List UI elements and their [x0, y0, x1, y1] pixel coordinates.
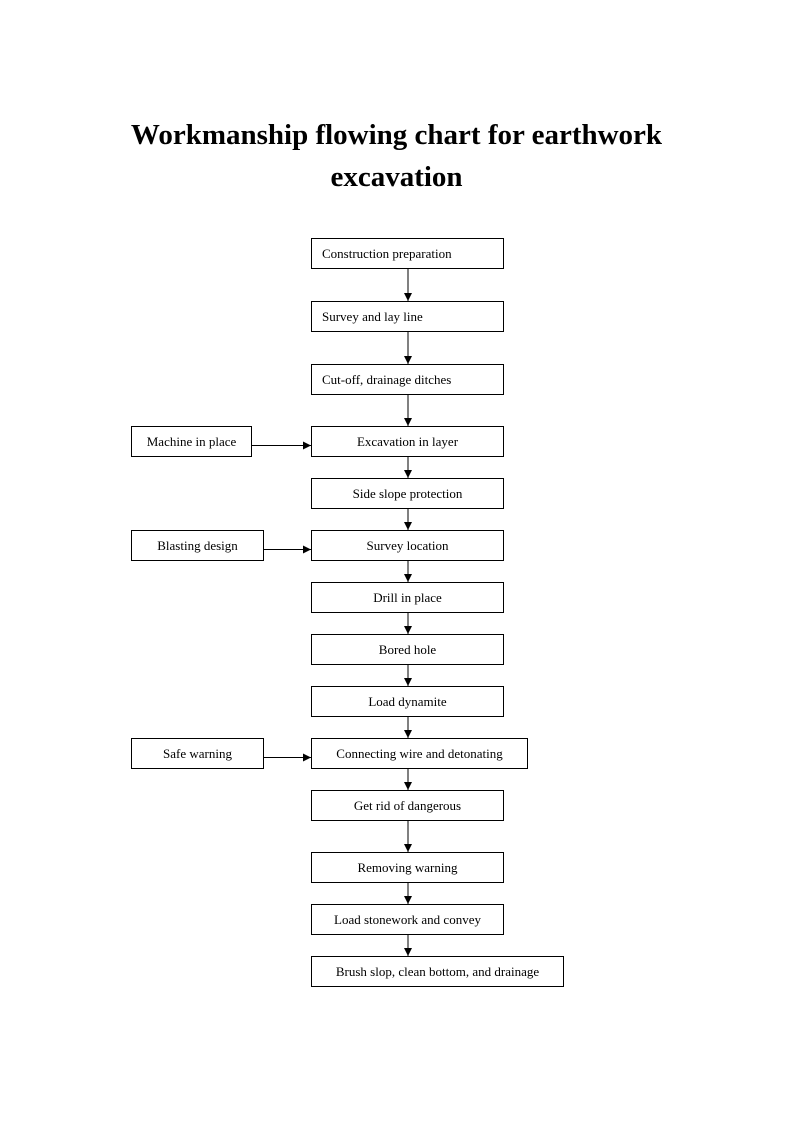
step-construction-preparation: Construction preparation	[311, 238, 504, 269]
flow-connectors	[252, 269, 412, 956]
step-survey-and-lay-line: Survey and lay line	[311, 301, 504, 332]
step-side-slope-protection: Side slope protection	[311, 478, 504, 509]
input-blasting-design: Blasting design	[131, 530, 264, 561]
step-drill-in-place: Drill in place	[311, 582, 504, 613]
step-load-stonework-and-convey: Load stonework and convey	[311, 904, 504, 935]
step-bored-hole: Bored hole	[311, 634, 504, 665]
step-get-rid-of-dangerous: Get rid of dangerous	[311, 790, 504, 821]
input-machine-in-place: Machine in place	[131, 426, 252, 457]
step-load-dynamite: Load dynamite	[311, 686, 504, 717]
step-survey-location: Survey location	[311, 530, 504, 561]
step-brush-slop-clean-bottom-drainage: Brush slop, clean bottom, and drainage	[311, 956, 564, 987]
step-cut-off-drainage-ditches: Cut-off, drainage ditches	[311, 364, 504, 395]
input-safe-warning: Safe warning	[131, 738, 264, 769]
step-excavation-in-layer: Excavation in layer	[311, 426, 504, 457]
step-connecting-wire-and-detonating: Connecting wire and detonating	[311, 738, 528, 769]
step-removing-warning: Removing warning	[311, 852, 504, 883]
